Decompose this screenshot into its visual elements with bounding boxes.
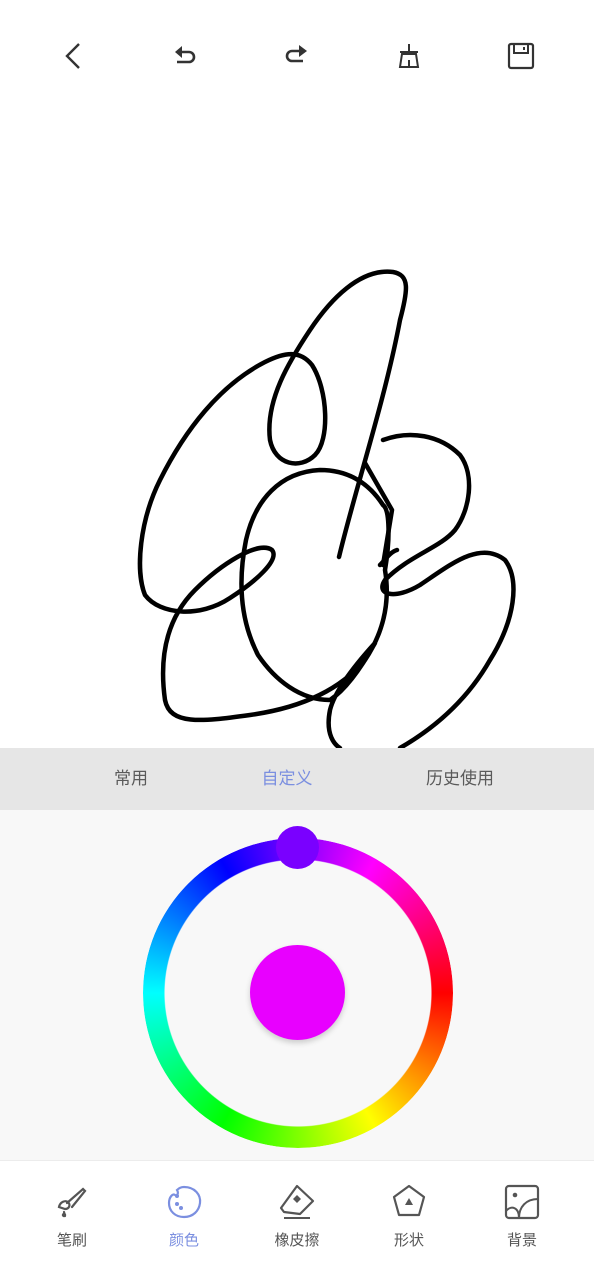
tab-history[interactable]: 历史使用 [426, 748, 494, 810]
eraser-icon [279, 1184, 315, 1219]
nav-shape-label: 形状 [393, 1231, 424, 1249]
nav-eraser[interactable]: 橡皮擦 [257, 1181, 337, 1250]
paintbrush-icon [57, 1187, 87, 1218]
nav-background-label: 背景 [506, 1231, 537, 1249]
drawing-canvas[interactable] [0, 110, 594, 748]
palette-icon [167, 1185, 202, 1219]
hue-ring-handle[interactable] [276, 826, 319, 869]
nav-brush-label: 笔刷 [56, 1231, 87, 1249]
background-image-icon [504, 1184, 540, 1220]
nav-background[interactable]: 背景 [482, 1181, 562, 1250]
tab-common[interactable]: 常用 [114, 748, 148, 810]
stroke-2 [380, 432, 516, 748]
nav-color-label: 颜色 [168, 1231, 199, 1249]
nav-eraser-label: 橡皮擦 [274, 1231, 320, 1249]
tab-custom[interactable]: 自定义 [262, 748, 313, 810]
color-source-tabs: 常用 自定义 历史使用 [0, 748, 594, 810]
bottom-nav: 笔刷 颜色 橡皮擦 形状 背景 [0, 1160, 594, 1281]
current-color-swatch [250, 945, 345, 1040]
nav-brush[interactable]: 笔刷 [32, 1181, 112, 1250]
drawing-strokes [137, 269, 516, 748]
stroke-1 [137, 269, 409, 748]
nav-color[interactable]: 颜色 [144, 1181, 224, 1250]
shape-pentagon-icon [392, 1184, 426, 1217]
nav-shape[interactable]: 形状 [369, 1181, 449, 1250]
